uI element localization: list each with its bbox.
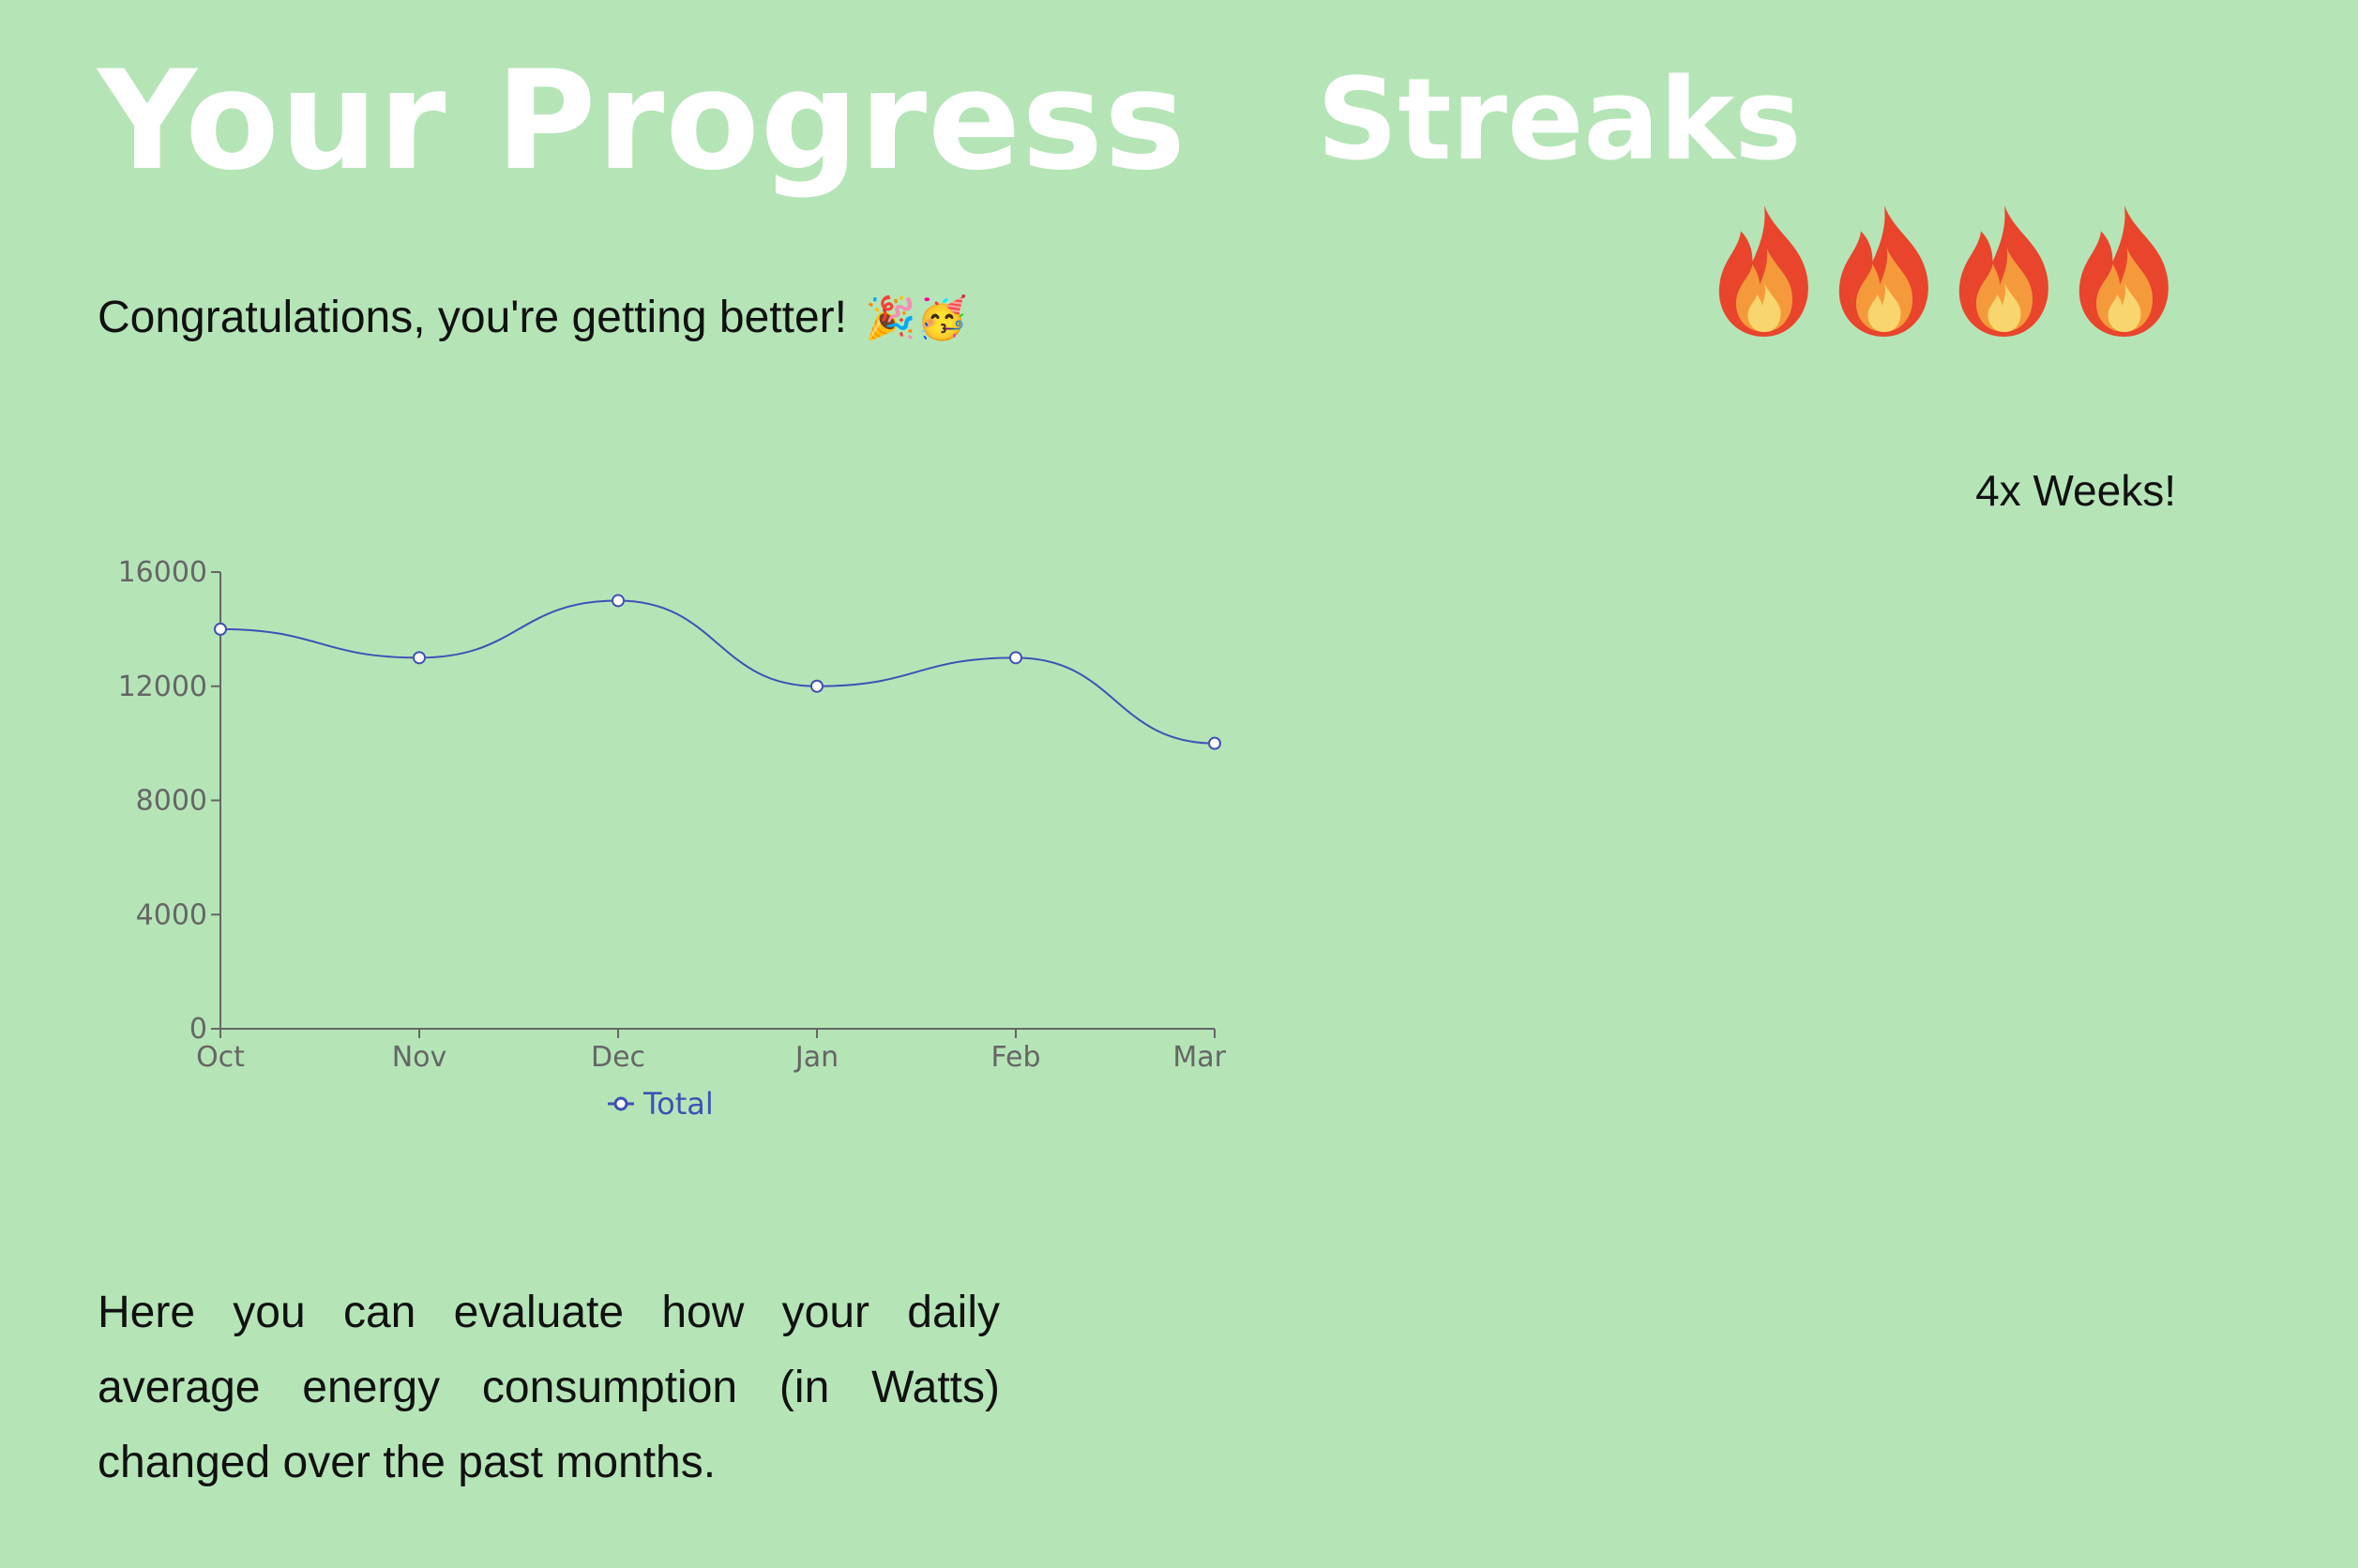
fire-icon xyxy=(1705,201,1823,351)
data-point xyxy=(810,679,824,693)
x-tick-label: Jan xyxy=(794,1041,839,1074)
page-title: Your Progress xyxy=(98,41,1187,201)
x-tick-label: Feb xyxy=(990,1041,1040,1074)
x-tick-label: Dec xyxy=(591,1041,645,1074)
data-point xyxy=(612,594,625,608)
data-point xyxy=(214,622,227,636)
energy-line-chart: 0400080001200016000Oct Nov Dec Jan Feb MarTot… xyxy=(118,556,1227,1122)
data-point xyxy=(1009,651,1022,665)
y-tick-label: 12000 xyxy=(118,671,207,703)
x-tick-label: Mar xyxy=(1172,1041,1226,1074)
y-tick-label: 8000 xyxy=(136,785,207,818)
fire-icon xyxy=(1825,201,1943,351)
data-point xyxy=(413,651,426,665)
series-line-total xyxy=(219,599,1216,745)
legend-marker-icon xyxy=(613,1096,628,1111)
x-tick-label: Nov xyxy=(392,1041,447,1074)
legend-label: Total xyxy=(642,1086,714,1122)
x-tick-label: Oct xyxy=(196,1041,245,1074)
data-point xyxy=(1208,736,1221,750)
streaks-title: Streaks xyxy=(1317,55,1802,186)
congrats-message: Congratulations, you're getting better! … xyxy=(98,285,968,352)
chart-description: Here you can evaluate how your daily ave… xyxy=(98,1288,1000,1487)
party-emoji-icon: 🎉🥳 xyxy=(865,295,968,341)
y-tick-label: 16000 xyxy=(118,556,207,589)
y-tick-label: 4000 xyxy=(136,898,207,931)
streak-flames xyxy=(1705,201,2184,351)
congrats-text: Congratulations, you're getting better! xyxy=(98,293,847,342)
streak-count-label: 4x Weeks! xyxy=(1975,466,2176,515)
fire-icon xyxy=(1945,201,2063,351)
fire-icon xyxy=(2065,201,2184,351)
